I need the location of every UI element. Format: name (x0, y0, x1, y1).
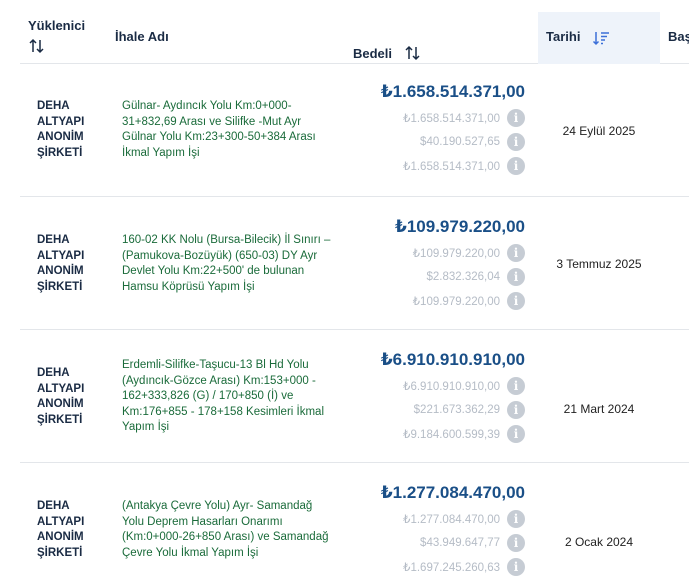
table-row[interactable]: DEHA ALTYAPI ANONİM ŞİRKETİ 160-02 KK No… (20, 197, 689, 330)
company-name-line: ANONİM (37, 265, 84, 277)
company-name-line: ALTYAPI (37, 382, 85, 395)
tender-date: 21 Mart 2024 (563, 402, 635, 416)
column-header-company[interactable]: Yüklenici (28, 18, 85, 70)
company-name-line: DEHA (37, 500, 70, 512)
company-name-line: ANONİM (37, 131, 84, 143)
amount-cell: ₺1.277.084.470,00 ₺1.277.084.470,00 i $43… (350, 483, 525, 579)
sub-amount-value: $40.190.527,65 (420, 136, 500, 148)
info-icon[interactable]: i (507, 133, 525, 151)
sub-amount: ₺109.979.220,00 i (350, 241, 525, 265)
company-name-line: DEHA (37, 100, 70, 112)
sub-amount-value: ₺1.697.245.260,63 (403, 562, 500, 574)
sub-amount-value: ₺109.979.220,00 (412, 296, 500, 308)
column-label-tender: İhale Adı (115, 29, 169, 44)
info-icon[interactable]: i (507, 558, 525, 576)
company-name-line: ALTYAPI (37, 249, 85, 262)
info-icon[interactable]: i (507, 109, 525, 127)
company-name: DEHA ALTYAPI ANONİM ŞİRKETİ (37, 233, 117, 295)
tender-date: 24 Eylül 2025 (562, 124, 636, 138)
sub-amount: ₺1.658.514.371,00 i (350, 106, 525, 130)
info-icon[interactable]: i (507, 268, 525, 286)
column-label-company: Yüklenici (28, 18, 86, 33)
company-name-line: DEHA (37, 367, 70, 379)
company-name-line: ANONİM (37, 531, 84, 543)
column-label-amount: Bedeli (353, 45, 393, 61)
tender-date: 3 Temmuz 2025 (556, 257, 642, 271)
main-amount: ₺6.910.910.910,00 (380, 350, 525, 369)
sort-icon[interactable] (404, 44, 422, 62)
company-name-line: ŞİRKETİ (37, 280, 83, 293)
sub-amount: ₺6.910.910.910,00 i (350, 374, 525, 398)
main-amount: ₺1.658.514.371,00 (380, 82, 525, 101)
sub-amount: ₺1.697.245.260,63 i (350, 555, 525, 579)
sort-descending-icon[interactable] (592, 29, 610, 47)
company-name-line: ŞİRKETİ (37, 546, 83, 559)
sub-amount-value: ₺9.184.600.599,39 (403, 429, 500, 441)
sub-amount: $43.949.647,77 i (350, 531, 525, 555)
tender-name[interactable]: (Antakya Çevre Yolu) Ayr- Samandağ Yolu … (122, 499, 337, 561)
sub-amount: ₺1.658.514.371,00 i (350, 154, 525, 178)
tender-name[interactable]: 160-02 KK Nolu (Bursa-Bilecik) İl Sınırı… (122, 233, 337, 295)
info-icon[interactable]: i (507, 377, 525, 395)
info-icon[interactable]: i (507, 401, 525, 419)
company-name: DEHA ALTYAPI ANONİM ŞİRKETİ (37, 366, 117, 428)
column-header-date[interactable]: Tarihi (538, 12, 660, 64)
sub-amount: $221.673.362,29 i (350, 398, 525, 422)
sub-amount: $40.190.527,65 i (350, 130, 525, 154)
main-amount: ₺1.277.084.470,00 (380, 483, 525, 502)
company-name: DEHA ALTYAPI ANONİM ŞİRKETİ (37, 99, 117, 161)
tenders-table: Yüklenici İhale Adı Bedeli Tarihi Baş DE… (20, 12, 689, 576)
sub-amount: ₺9.184.600.599,39 i (350, 422, 525, 446)
sub-amount-value: ₺1.658.514.371,00 (403, 161, 500, 173)
info-icon[interactable]: i (507, 157, 525, 175)
tender-name[interactable]: Gülnar- Aydıncık Yolu Km:0+000-31+832,69… (122, 99, 337, 161)
tender-name[interactable]: Erdemli-Silifke-Taşucu-13 Bl Hd Yolu (Ay… (122, 358, 337, 436)
table-row[interactable]: DEHA ALTYAPI ANONİM ŞİRKETİ Erdemli-Sili… (20, 330, 689, 463)
sub-amount-value: ₺1.277.084.470,00 (403, 514, 500, 526)
company-name-line: ŞİRKETİ (37, 146, 83, 159)
amount-cell: ₺1.658.514.371,00 ₺1.658.514.371,00 i $40… (350, 82, 525, 178)
column-label-start: Baş (668, 29, 689, 44)
company-name-line: DEHA (37, 234, 70, 246)
table-row[interactable]: DEHA ALTYAPI ANONİM ŞİRKETİ Gülnar- Aydı… (20, 64, 689, 197)
sub-amount-value: ₺6.910.910.910,00 (403, 381, 500, 393)
sub-amount-value: $2.832.326,04 (426, 271, 500, 283)
company-name-line: ANONİM (37, 398, 84, 410)
sub-amount-value: $221.673.362,29 (413, 404, 500, 416)
table-row[interactable]: DEHA ALTYAPI ANONİM ŞİRKETİ (Antakya Çev… (20, 463, 689, 580)
info-icon[interactable]: i (507, 510, 525, 528)
company-name: DEHA ALTYAPI ANONİM ŞİRKETİ (37, 499, 117, 561)
amount-cell: ₺109.979.220,00 ₺109.979.220,00 i $2.832.… (350, 217, 525, 313)
sort-icon[interactable] (28, 37, 46, 55)
sub-amount: $2.832.326,04 i (350, 265, 525, 289)
sub-amount: ₺1.277.084.470,00 i (350, 507, 525, 531)
tender-date: 2 Ocak 2024 (564, 535, 634, 549)
sub-amount-value: ₺1.658.514.371,00 (403, 113, 500, 125)
info-icon[interactable]: i (507, 534, 525, 552)
sub-amount-value: $43.949.647,77 (420, 537, 500, 549)
info-icon[interactable]: i (507, 244, 525, 262)
info-icon[interactable]: i (507, 292, 525, 310)
sub-amount: ₺109.979.220,00 i (350, 289, 525, 313)
table-header: Yüklenici İhale Adı Bedeli Tarihi Baş (20, 12, 689, 64)
sub-amount-value: ₺109.979.220,00 (412, 248, 500, 260)
main-amount: ₺109.979.220,00 (395, 217, 525, 236)
amount-cell: ₺6.910.910.910,00 ₺6.910.910.910,00 i $22… (350, 350, 525, 446)
company-name-line: ALTYAPI (37, 115, 85, 128)
column-label-date: Tarihi (546, 29, 581, 44)
company-name-line: ALTYAPI (37, 515, 85, 528)
company-name-line: ŞİRKETİ (37, 413, 83, 426)
info-icon[interactable]: i (507, 425, 525, 443)
